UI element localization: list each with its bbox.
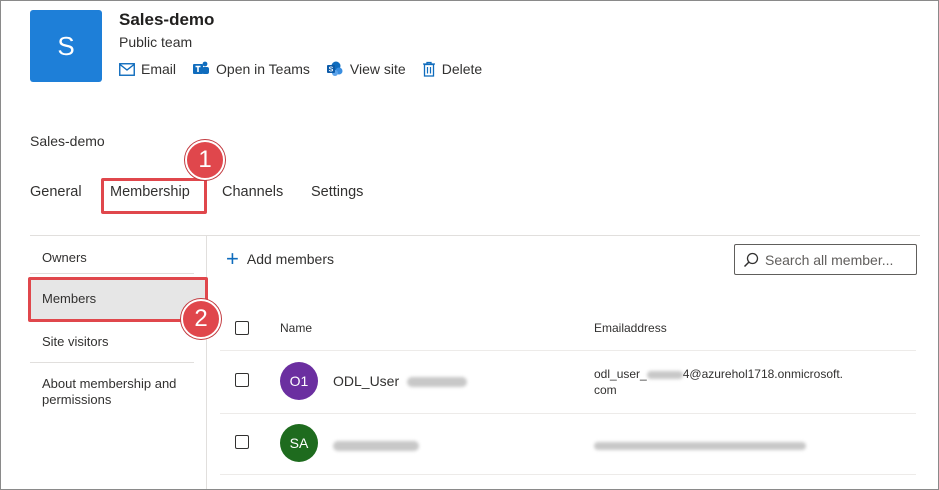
nav-site-visitors[interactable]: Site visitors: [30, 334, 206, 349]
nav-divider: [206, 236, 207, 489]
delete-button[interactable]: Delete: [422, 61, 482, 77]
search-box[interactable]: [734, 244, 917, 275]
email-label: Email: [141, 61, 177, 77]
email-text-part1: odl_user_: [594, 367, 647, 381]
email-button[interactable]: Email: [119, 61, 176, 77]
step-2-number: 2: [194, 305, 208, 332]
team-type: Public team: [119, 34, 193, 50]
view-site-label: View site: [349, 61, 406, 77]
email-text-part3: com: [594, 383, 617, 397]
email-text-part2: 4@azurehol1718.onmicrosoft.: [682, 367, 843, 381]
trash-icon: [422, 61, 435, 77]
step-1-badge: 1: [185, 140, 225, 180]
select-all-checkbox[interactable]: [235, 321, 249, 335]
delete-label: Delete: [441, 61, 483, 77]
member-name-text: ODL_User: [333, 373, 400, 389]
column-header-name[interactable]: Name: [280, 321, 312, 335]
svg-text:S: S: [329, 67, 334, 74]
content-divider: [30, 235, 920, 236]
add-members-label: Add members: [246, 251, 335, 267]
tab-general[interactable]: General: [30, 184, 82, 200]
membership-tab-highlight: [101, 178, 207, 214]
team-initial: S: [57, 30, 75, 61]
member-email: [594, 437, 806, 453]
search-input[interactable]: [765, 251, 913, 268]
redacted-text: [333, 441, 419, 452]
step-1-number: 1: [198, 146, 212, 173]
tab-settings[interactable]: Settings: [311, 184, 363, 200]
row-separator: [220, 474, 916, 475]
team-avatar: S: [30, 10, 102, 82]
teams-icon: [193, 61, 210, 74]
nav-owners[interactable]: Owners: [30, 250, 206, 265]
row-checkbox[interactable]: [235, 435, 249, 449]
redacted-text: [594, 441, 806, 450]
redacted-text: [646, 370, 683, 379]
open-in-teams-label: Open in Teams: [216, 61, 310, 77]
sharepoint-icon: S: [326, 61, 343, 76]
avatar-initials: O1: [289, 373, 309, 389]
search-icon: [743, 252, 759, 267]
nav-separator: [30, 362, 194, 363]
view-site-button[interactable]: S View site: [326, 61, 406, 77]
redacted-text: [407, 377, 468, 388]
team-name: Sales-demo: [119, 10, 215, 29]
avatar-initials: SA: [289, 435, 309, 451]
row-separator: [220, 413, 916, 414]
mail-icon: [119, 62, 135, 76]
member-email: odl_user_ 4@azurehol1718.onmicrosoft. com: [594, 366, 843, 398]
column-header-email[interactable]: Emailaddress: [594, 321, 667, 335]
tab-channels[interactable]: Channels: [222, 184, 283, 200]
row-checkbox[interactable]: [235, 373, 249, 387]
avatar: SA: [280, 424, 318, 462]
member-name: [333, 437, 419, 453]
step-2-badge: 2: [181, 299, 221, 339]
plus-icon: +: [226, 246, 239, 271]
header-separator: [220, 350, 916, 351]
team-actions: Email Open in Teams S View site Delete: [119, 59, 498, 79]
member-name: ODL_User: [333, 373, 468, 389]
breadcrumb: Sales-demo: [30, 133, 105, 149]
open-in-teams-button[interactable]: Open in Teams: [192, 61, 310, 77]
avatar: O1: [280, 362, 318, 400]
nav-about-membership[interactable]: About membership and permissions: [30, 376, 196, 408]
add-members-button[interactable]: + Add members: [226, 246, 335, 271]
nav-separator: [30, 273, 194, 274]
